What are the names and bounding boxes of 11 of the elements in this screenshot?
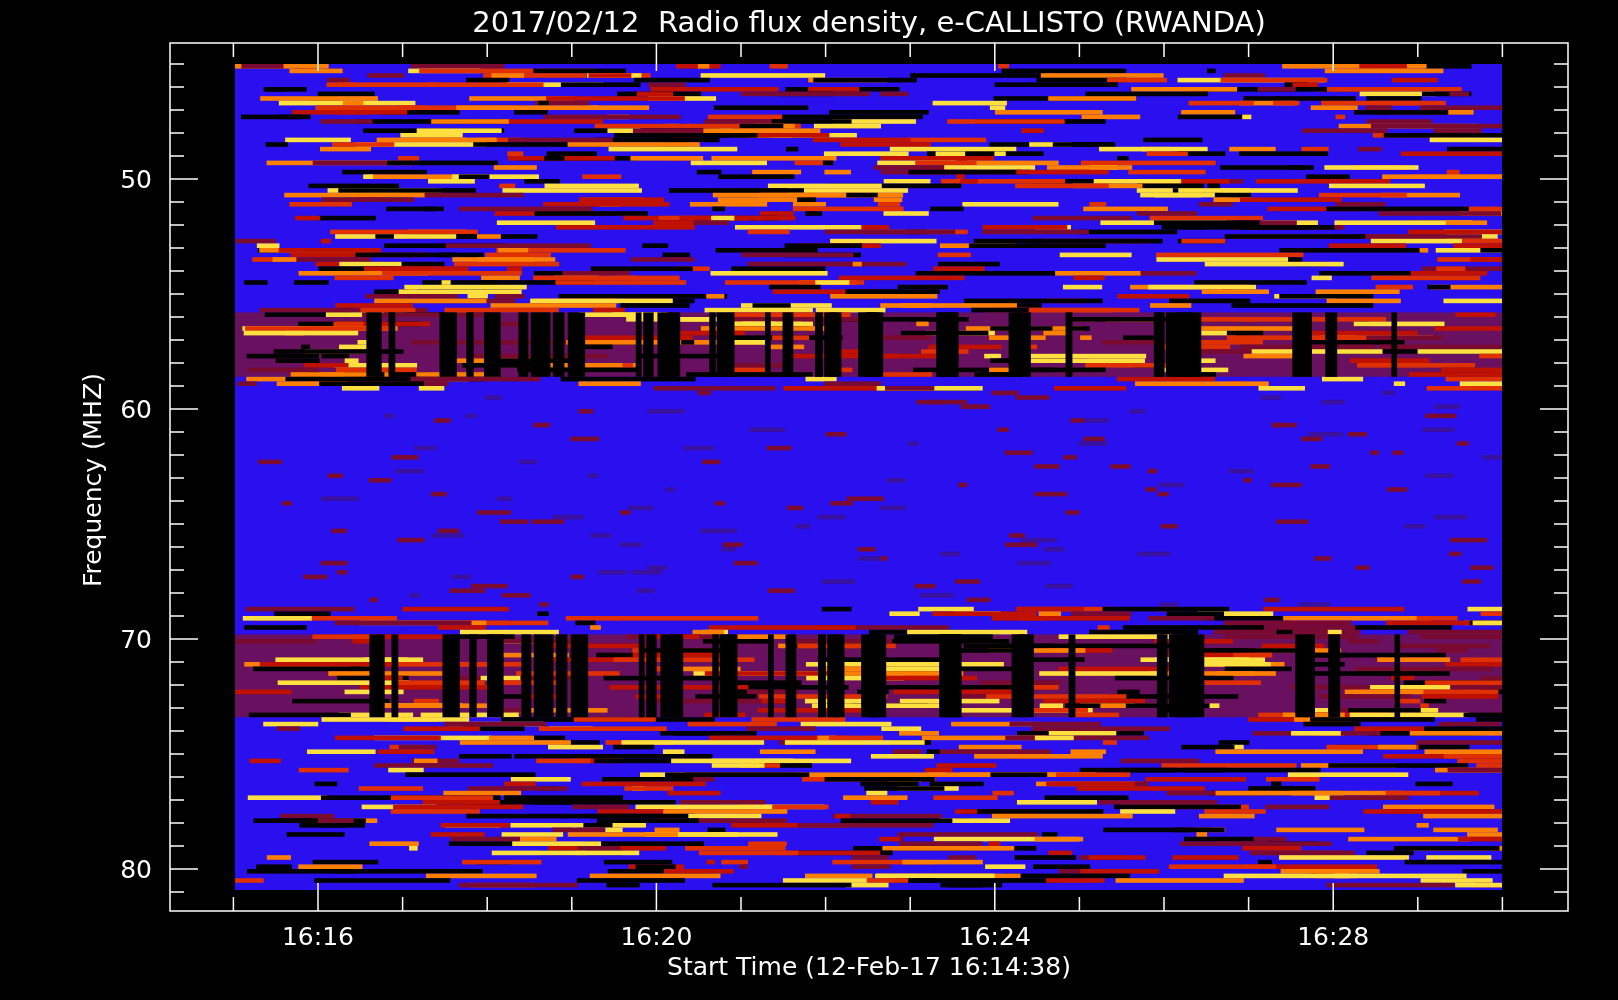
tick-label: 70: [120, 625, 152, 654]
tick-label: 16:24: [958, 922, 1031, 951]
tick-label: 80: [120, 855, 152, 884]
tick-label: 16:28: [1297, 922, 1370, 951]
x-axis-label: Start Time (12-Feb-17 16:14:38): [667, 952, 1071, 981]
chart-title: 2017/02/12 Radio flux density, e-CALLISTO (RWANDA): [472, 5, 1266, 39]
tick-label: 60: [120, 395, 152, 424]
tick-label: 16:16: [282, 922, 354, 951]
tick-label: 50: [120, 165, 152, 194]
tick-label: 16:20: [620, 922, 693, 951]
y-axis-label: Frequency (MHZ): [78, 372, 107, 588]
